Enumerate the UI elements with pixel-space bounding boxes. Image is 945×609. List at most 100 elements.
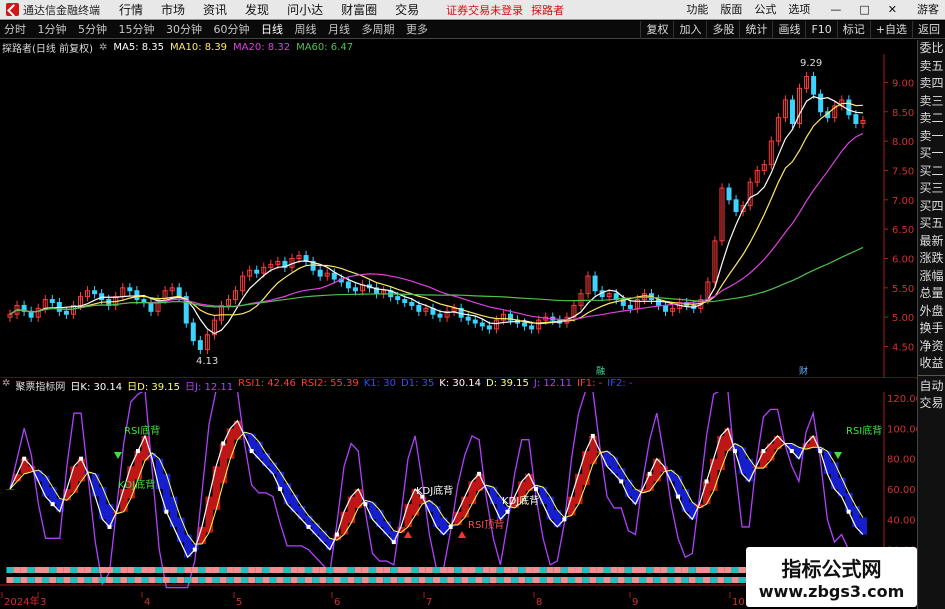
side-item[interactable]: 收益 [918,355,945,373]
minimize-icon[interactable]: — [824,0,847,20]
signal-arrow [114,452,122,459]
mark-button[interactable]: 标记 [836,20,870,39]
tab-intraday[interactable]: 分时 [0,21,30,39]
indicator-settings-icon[interactable]: ✲ [2,378,10,392]
menu-item[interactable]: 财富圈 [332,0,386,20]
menu-options[interactable]: 选项 [782,0,816,20]
side-item[interactable]: 买四 [918,198,945,216]
side-item[interactable]: 卖五 [918,58,945,76]
date-tick-label: 9 [632,597,638,608]
side-item[interactable]: 换手 [918,320,945,338]
signal-strip [468,567,476,573]
candle-body [811,76,817,95]
tab-1min[interactable]: 1分钟 [34,21,71,39]
date-tick-label: 4 [144,597,150,608]
signal-strip [212,577,220,583]
add-watchlist-button[interactable]: +自选 [869,20,912,39]
signal-strip [6,577,14,583]
rsi-bottom-label: RSI底背 [124,424,160,437]
side-item[interactable]: 涨跌 [918,250,945,268]
signal-strip [312,567,320,573]
side-item[interactable]: 净资 [918,338,945,356]
kd-band [283,483,292,505]
menu-item[interactable]: 问小达 [278,0,332,20]
adjust-button[interactable]: 复权 [640,20,673,39]
side-item[interactable]: 买一 [918,145,945,163]
stock-link[interactable]: 探路者 [531,2,564,18]
draw-button[interactable]: 画线 [772,20,805,39]
event-marker[interactable]: 财 [799,365,808,377]
signal-strip [553,567,561,573]
signal-strip [738,577,746,583]
watermark-title: 指标公式网 [781,557,882,581]
signal-dot [192,547,197,552]
signal-strip [660,577,668,583]
menu-layout[interactable]: 版面 [714,0,748,20]
signal-strip [84,567,92,573]
signal-strip [347,577,355,583]
menu-item[interactable]: 市场 [152,0,194,20]
signal-strip [710,577,718,583]
side-item[interactable]: 卖二 [918,110,945,128]
stats-button[interactable]: 统计 [739,20,772,39]
tab-daily[interactable]: 日线 [257,21,287,39]
tab-multi-period[interactable]: 多周期 [358,21,399,39]
menu-item[interactable]: 资讯 [194,0,236,20]
menu-item[interactable]: 交易 [386,0,428,20]
signal-strip [567,577,576,583]
indicator-info: ✲ 聚票指标网 日K: 30.14 日D: 39.15 日J: 12.11 RS… [0,378,916,393]
side-item[interactable]: 委比 [918,40,945,58]
signal-strip [49,577,57,583]
side-item[interactable]: 总量 [918,285,945,303]
menu-formula[interactable]: 公式 [748,0,782,20]
multi-stock-button[interactable]: 多股 [706,20,739,39]
guest-label[interactable]: 游客 [911,0,945,20]
side-item[interactable]: 买三 [918,180,945,198]
tab-30min[interactable]: 30分钟 [162,21,206,39]
kd-band [674,475,683,497]
back-button[interactable]: 返回 [912,20,945,39]
side-item[interactable]: 最新 [918,233,945,251]
side-item[interactable]: 外盘 [918,303,945,321]
tab-more[interactable]: 更多 [402,21,432,39]
k-value: 日K: 30.14 [70,382,123,393]
signal-strip [333,567,341,573]
auto-trade-item[interactable]: 交易 [918,395,945,413]
menu-function[interactable]: 功能 [680,0,714,20]
high-price-label: 9.29 [800,58,822,69]
signal-strip [525,577,533,583]
f10-button[interactable]: F10 [805,20,836,39]
tab-60min[interactable]: 60分钟 [210,21,254,39]
menu-item[interactable]: 发现 [236,0,278,20]
side-item[interactable]: 卖三 [918,93,945,111]
kd-band [845,492,853,512]
side-item[interactable]: 卖一 [918,128,945,146]
login-notice[interactable]: 证券交易未登录 [446,2,523,18]
tab-5min[interactable]: 5分钟 [74,21,111,39]
menu-item[interactable]: 行情 [110,0,152,20]
signal-strip [383,577,391,583]
tab-weekly[interactable]: 周线 [291,21,321,39]
signal-dot [676,494,681,499]
side-item[interactable]: 涨幅 [918,268,945,286]
signal-strip [105,577,114,583]
event-marker[interactable]: 融 [596,366,605,377]
signal-strip [70,567,78,573]
signal-strip [482,567,490,573]
signal-strip [532,567,540,573]
signal-strip [688,577,696,583]
add-button[interactable]: 加入 [673,20,706,39]
side-item[interactable]: 卖四 [918,75,945,93]
signal-strip [631,577,640,583]
signal-strip [312,577,320,583]
side-item[interactable]: 买五 [918,215,945,233]
maximize-icon[interactable]: □ [853,0,875,20]
tab-monthly[interactable]: 月线 [324,21,354,39]
close-icon[interactable]: ✕ [882,0,903,20]
signal-strip [404,577,412,583]
chart-canvas[interactable]: 9.00 8.50 8.00 7.50 7.00 6.50 6.00 5.50 5.00 4.50… [0,40,917,609]
auto-trade-item[interactable]: 自动 [918,378,945,396]
side-item[interactable]: 买二 [918,163,945,181]
tab-15min[interactable]: 15分钟 [115,21,159,39]
signal-strip [155,577,163,583]
